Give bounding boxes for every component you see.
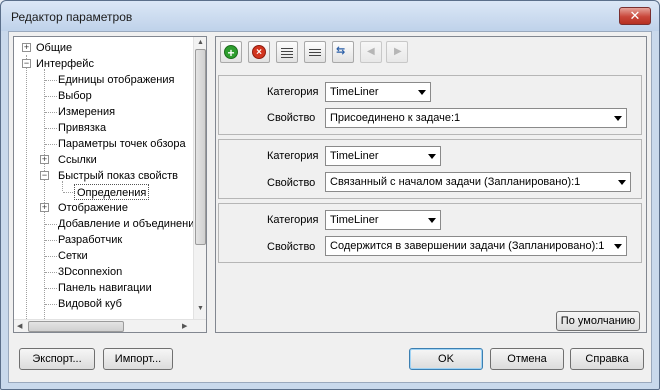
- tree-connector: [45, 96, 57, 97]
- right-triangle-icon: ▶: [394, 46, 402, 57]
- options-editor-window: Редактор параметров ✕ + Общие − Интерфей…: [0, 0, 660, 390]
- expand-plus-icon[interactable]: +: [40, 203, 49, 212]
- chevron-down-icon: [618, 180, 626, 185]
- tree-item-snapping[interactable]: Привязка: [58, 120, 106, 136]
- scroll-left-icon[interactable]: ◀: [17, 322, 22, 330]
- property-dropdown[interactable]: Присоединено к задаче:1: [325, 108, 627, 128]
- property-dropdown[interactable]: Связанный с началом задачи (Запланирован…: [325, 172, 631, 192]
- chevron-down-icon: [418, 90, 426, 95]
- chevron-down-icon: [428, 218, 436, 223]
- import-button[interactable]: Импорт...: [103, 348, 173, 370]
- tree-connector: [44, 69, 45, 321]
- horizontal-scroll-thumb[interactable]: [28, 321, 124, 332]
- tree-item-display-units[interactable]: Единицы отображения: [58, 72, 174, 88]
- tree-connector: [45, 80, 57, 81]
- plus-circle-icon: +: [224, 45, 238, 60]
- property-dropdown[interactable]: Содержится в завершении задачи (Запланир…: [325, 236, 627, 256]
- category-label: Категория: [267, 86, 319, 98]
- tree-connector: [45, 256, 57, 257]
- expanded-list-button[interactable]: [304, 41, 326, 63]
- scroll-down-icon[interactable]: ▼: [197, 305, 204, 312]
- tree-connector: [45, 144, 57, 145]
- tree-item-nav-bar[interactable]: Панель навигации: [58, 280, 152, 296]
- tree-item-label: Интерфейс: [36, 58, 94, 70]
- property-label: Свойство: [267, 112, 316, 124]
- tree-vertical-scrollbar[interactable]: ▲ ▼: [193, 37, 206, 319]
- category-value: TimeLiner: [330, 214, 379, 226]
- dialog-client-area: + Общие − Интерфейс Единицы отображения …: [8, 31, 652, 383]
- window-title: Редактор параметров: [11, 10, 133, 24]
- tree-connector: [45, 128, 57, 129]
- tree-connector: [45, 272, 57, 273]
- collapse-minus-icon[interactable]: −: [40, 171, 49, 180]
- property-value: Связанный с началом задачи (Запланирован…: [330, 176, 581, 188]
- definitions-panel: + × ⇆ ◀ ▶ Категория TimeLiner Свойство П…: [215, 36, 647, 333]
- close-button[interactable]: ✕: [619, 7, 651, 25]
- tree-item-label: Быстрый показ свойств: [58, 170, 178, 182]
- chevron-down-icon: [614, 244, 622, 249]
- category-dropdown[interactable]: TimeLiner: [325, 146, 441, 166]
- property-definition-group: Категория TimeLiner Свойство Связанный с…: [218, 139, 642, 199]
- property-label: Свойство: [267, 241, 316, 253]
- scroll-up-icon[interactable]: ▲: [197, 39, 204, 46]
- tree-item-label: Ссылки: [58, 154, 97, 166]
- tree-connector: [26, 55, 27, 321]
- property-label: Свойство: [267, 177, 316, 189]
- tree-item-developer[interactable]: Разработчик: [58, 232, 122, 248]
- tree-item-label: Общие: [36, 42, 73, 54]
- add-button[interactable]: +: [220, 41, 242, 63]
- swap-button[interactable]: ⇆: [332, 41, 354, 63]
- tree-item-viewpoint-params[interactable]: Параметры точек обзора: [58, 136, 186, 152]
- property-value: Содержится в завершении задачи (Запланир…: [330, 240, 605, 252]
- swap-arrows-icon: ⇆: [336, 45, 346, 57]
- collapse-minus-icon[interactable]: −: [22, 59, 31, 68]
- tree-connector: [45, 288, 57, 289]
- expand-plus-icon[interactable]: +: [22, 43, 31, 52]
- tree-item-definitions[interactable]: Определения: [74, 184, 150, 200]
- cancel-button[interactable]: Отмена: [490, 348, 564, 370]
- scroll-right-icon[interactable]: ▶: [182, 322, 187, 330]
- tree-connector: [45, 240, 57, 241]
- tree-connector: [45, 112, 57, 113]
- defaults-button[interactable]: По умолчанию: [556, 311, 640, 331]
- tree-connector: [45, 304, 57, 305]
- tree-item-viewcube[interactable]: Видовой куб: [58, 296, 122, 312]
- vertical-scroll-thumb[interactable]: [195, 49, 206, 245]
- property-definition-group: Категория TimeLiner Свойство Содержится …: [218, 203, 642, 263]
- tree-item-measurements[interactable]: Измерения: [58, 104, 115, 120]
- export-button[interactable]: Экспорт...: [19, 348, 95, 370]
- x-circle-icon: ×: [252, 45, 266, 59]
- help-button[interactable]: Справка: [570, 348, 644, 370]
- tree-item-append-merge[interactable]: Добавление и объединени: [58, 216, 194, 232]
- chevron-down-icon: [614, 116, 622, 121]
- category-dropdown[interactable]: TimeLiner: [325, 82, 431, 102]
- property-definition-group: Категория TimeLiner Свойство Присоединен…: [218, 75, 642, 135]
- tree-item-3dconnexion[interactable]: 3Dconnexion: [58, 264, 122, 280]
- tree-item-label: Отображение: [58, 202, 128, 214]
- category-label: Категория: [267, 150, 319, 162]
- expand-plus-icon[interactable]: +: [40, 155, 49, 164]
- move-right-button[interactable]: ▶: [386, 41, 408, 63]
- remove-button[interactable]: ×: [248, 41, 270, 63]
- category-value: TimeLiner: [330, 150, 379, 162]
- compact-list-button[interactable]: [276, 41, 298, 63]
- chevron-down-icon: [428, 154, 436, 159]
- options-tree[interactable]: + Общие − Интерфейс Единицы отображения …: [13, 36, 207, 333]
- ok-button[interactable]: OK: [409, 348, 483, 370]
- tree-item-grids[interactable]: Сетки: [58, 248, 88, 264]
- tree-item-selection[interactable]: Выбор: [58, 88, 92, 104]
- left-triangle-icon: ◀: [367, 46, 375, 57]
- move-left-button[interactable]: ◀: [360, 41, 382, 63]
- tree-connector: [45, 224, 57, 225]
- category-dropdown[interactable]: TimeLiner: [325, 210, 441, 230]
- category-label: Категория: [267, 214, 319, 226]
- title-bar[interactable]: Редактор параметров ✕: [1, 1, 659, 31]
- property-value: Присоединено к задаче:1: [330, 112, 461, 124]
- tree-horizontal-scrollbar[interactable]: ◀ ▶: [14, 319, 206, 332]
- category-value: TimeLiner: [330, 86, 379, 98]
